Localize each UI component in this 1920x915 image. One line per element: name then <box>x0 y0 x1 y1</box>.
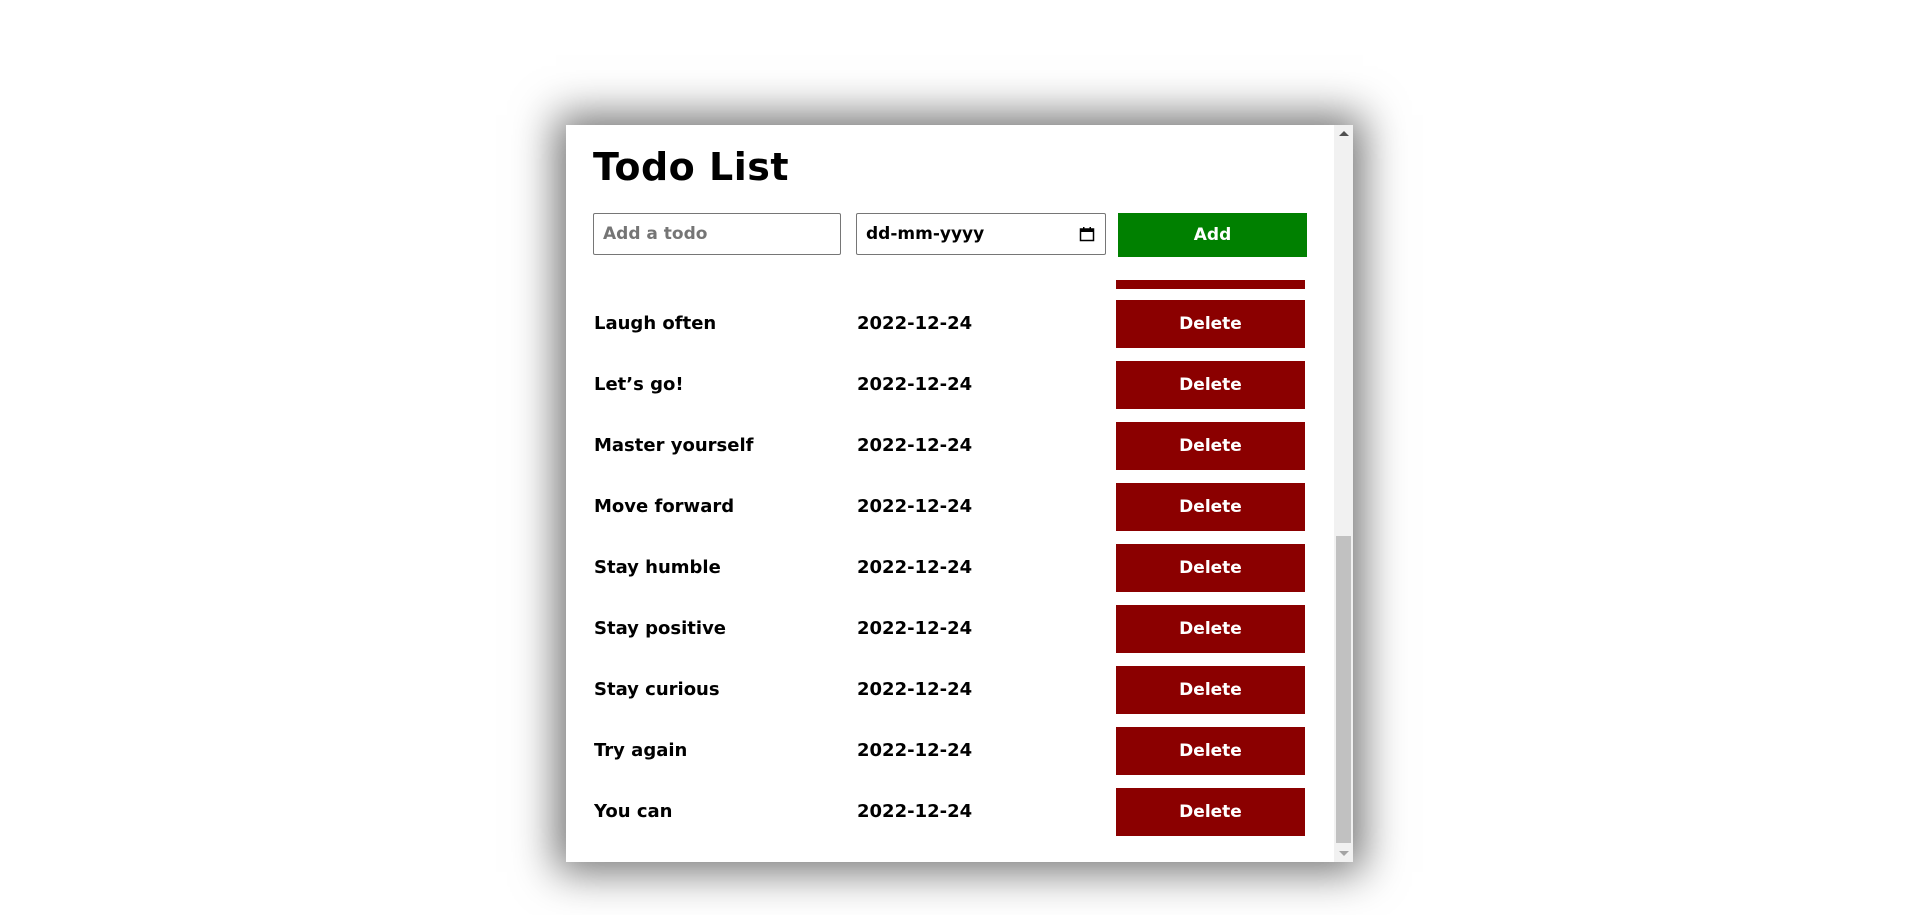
date-input[interactable]: dd-mm-yyyy <box>856 213 1106 255</box>
todo-row: Stay positive 2022-12-24 Delete <box>566 605 1334 653</box>
todo-row: Laugh often 2022-12-24 Delete <box>566 300 1334 348</box>
calendar-icon[interactable] <box>1079 226 1095 242</box>
todo-row: Stay humble 2022-12-24 Delete <box>566 544 1334 592</box>
todo-text: Master yourself <box>594 435 754 456</box>
add-button[interactable]: Add <box>1118 213 1307 257</box>
todo-date: 2022-12-24 <box>857 679 973 700</box>
todo-content: Todo List dd-mm-yyyy Add Laugh often 2022… <box>566 125 1334 862</box>
todo-date: 2022-12-24 <box>857 496 973 517</box>
delete-button[interactable]: Delete <box>1116 788 1305 836</box>
todo-date: 2022-12-24 <box>857 740 973 761</box>
todo-text: Laugh often <box>594 313 717 334</box>
scrollbar-thumb[interactable] <box>1336 536 1351 843</box>
delete-button[interactable]: Delete <box>1116 483 1305 531</box>
todo-card: Todo List dd-mm-yyyy Add Laugh often 2022… <box>566 125 1353 862</box>
delete-button[interactable]: Delete <box>1116 544 1305 592</box>
partial-delete-button[interactable] <box>1116 280 1305 289</box>
scroll-up-arrow-icon[interactable] <box>1334 125 1353 142</box>
todo-text: Let’s go! <box>594 374 684 395</box>
todo-text: Move forward <box>594 496 735 517</box>
todo-row: Let’s go! 2022-12-24 Delete <box>566 361 1334 409</box>
todo-text: Stay curious <box>594 679 720 700</box>
page-title: Todo List <box>593 145 790 189</box>
delete-button[interactable]: Delete <box>1116 300 1305 348</box>
todo-row: Stay curious 2022-12-24 Delete <box>566 666 1334 714</box>
todo-date: 2022-12-24 <box>857 801 973 822</box>
todo-date: 2022-12-24 <box>857 557 973 578</box>
todo-text: Try again <box>594 740 688 761</box>
todo-row: You can 2022-12-24 Delete <box>566 788 1334 836</box>
todo-text: Stay positive <box>594 618 727 639</box>
todo-row: Move forward 2022-12-24 Delete <box>566 483 1334 531</box>
todo-date: 2022-12-24 <box>857 313 973 334</box>
todo-row: Try again 2022-12-24 Delete <box>566 727 1334 775</box>
scroll-down-arrow-icon[interactable] <box>1334 845 1353 862</box>
vertical-scrollbar[interactable] <box>1334 125 1353 862</box>
todo-date: 2022-12-24 <box>857 374 973 395</box>
delete-button[interactable]: Delete <box>1116 422 1305 470</box>
delete-button[interactable]: Delete <box>1116 666 1305 714</box>
todo-input[interactable] <box>593 213 841 255</box>
todo-text: Stay humble <box>594 557 721 578</box>
todo-text: You can <box>594 801 673 822</box>
todo-row: Master yourself 2022-12-24 Delete <box>566 422 1334 470</box>
delete-button[interactable]: Delete <box>1116 361 1305 409</box>
date-placeholder: dd-mm-yyyy <box>866 224 985 244</box>
todo-date: 2022-12-24 <box>857 435 973 456</box>
todo-date: 2022-12-24 <box>857 618 973 639</box>
delete-button[interactable]: Delete <box>1116 727 1305 775</box>
delete-button[interactable]: Delete <box>1116 605 1305 653</box>
